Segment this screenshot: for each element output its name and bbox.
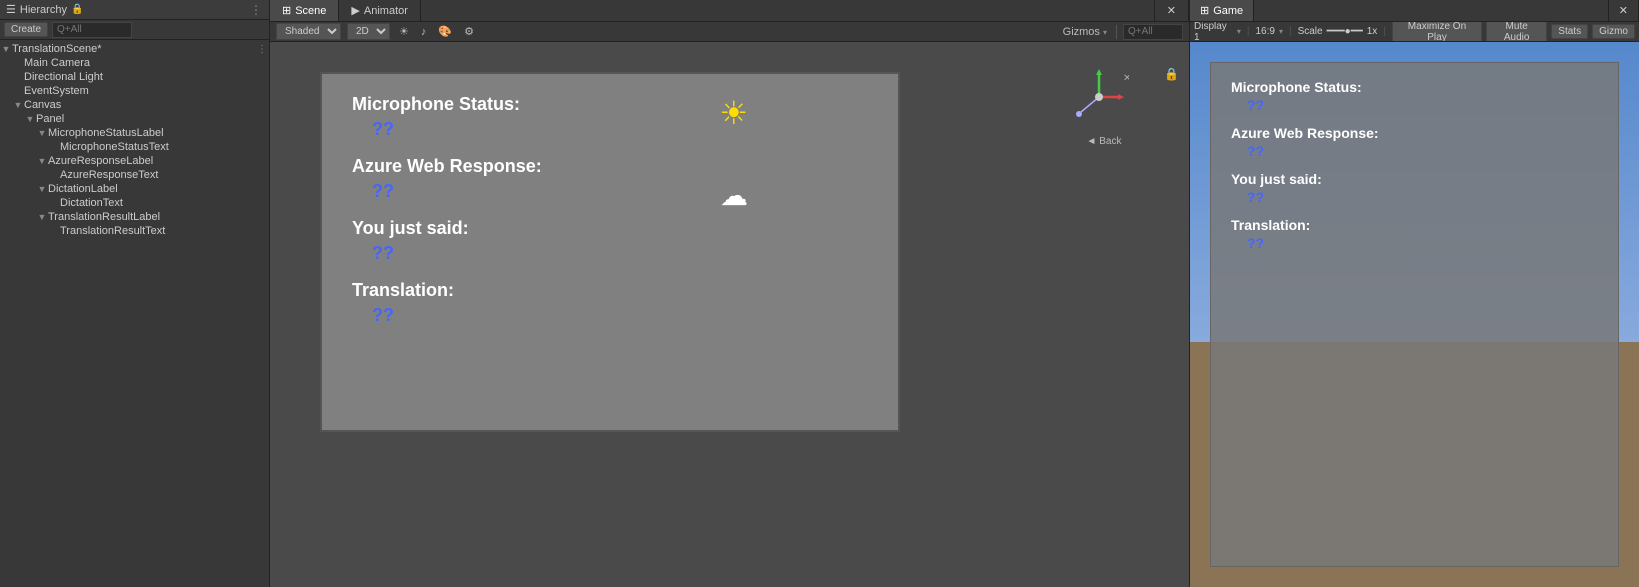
tree-item-microphone-status-text[interactable]: MicrophoneStatusText [0,140,269,154]
gizmo-svg: ✕ [1069,67,1129,127]
game-viewport[interactable]: Microphone Status: ?? Azure Web Response… [1190,42,1639,587]
tree-item-panel[interactable]: ▼ Panel [0,112,269,126]
game-close-btn[interactable]: ✕ [1608,0,1639,21]
microphone-status-value: ?? [352,119,868,140]
aspect-dropdown-arrow[interactable]: ▾ [1279,27,1283,36]
tree-scene-root[interactable]: ▼ TranslationScene* ⋮ [0,42,269,56]
azure-response-label: Azure Web Response: [352,156,868,177]
transform-gizmo[interactable]: ✕ ◄ Back [1069,67,1139,147]
microphone-status-label: Microphone Status: [352,94,868,115]
hierarchy-options-btn[interactable]: ⋮ [249,3,263,17]
game-azure-response-label: Azure Web Response: [1231,125,1598,141]
scene-close-btn[interactable]: ✕ [1154,0,1189,21]
canvas-ui-panel: ☀ ☁ Microphone Status: ?? Azure Web Resp… [320,72,900,432]
game-tab-icon: ⊞ [1200,4,1209,17]
shading-mode-dropdown[interactable]: Shaded [276,23,341,40]
dimension-dropdown[interactable]: 2D [347,23,390,40]
tree-item-azure-response-text[interactable]: AzureResponseText [0,168,269,182]
hierarchy-search-input[interactable] [52,22,132,38]
svg-text:✕: ✕ [1123,73,1129,84]
scene-viewport[interactable]: ☀ ☁ Microphone Status: ?? Azure Web Resp… [270,42,1189,587]
effects-toggle-btn[interactable]: 🎨 [435,25,455,38]
maximize-on-play-btn[interactable]: Maximize On Play [1392,22,1482,42]
gizmos-dropdown-btn[interactable]: Gizmos ▾ [1060,26,1110,38]
scene-settings-btn[interactable]: ⚙ [461,25,477,38]
hierarchy-title: Hierarchy [20,4,67,16]
scene-tab-icon: ⊞ [282,4,291,17]
you-just-said-value: ?? [352,243,868,264]
game-gizmos-btn[interactable]: Gizmo [1592,24,1635,39]
display-label: Display 1 [1194,22,1233,42]
tree-item-main-camera[interactable]: Main Camera [0,56,269,70]
translation-value: ?? [352,305,868,326]
tree-item-directional-light[interactable]: Directional Light [0,70,269,84]
hierarchy-icon: ☰ [6,3,16,16]
sun-icon: ☀ [719,94,748,132]
game-you-just-said-value: ?? [1231,189,1598,205]
scene-area: ⊞ Scene ▶ Animator ✕ Shaded 2D ☀ ♪ 🎨 ⚙ [270,0,1189,587]
mute-audio-btn[interactable]: Mute Audio [1486,22,1547,42]
tree-item-event-system[interactable]: EventSystem [0,84,269,98]
game-translation-label: Translation: [1231,217,1598,233]
gizmos-arrow-icon: ▾ [1103,28,1107,37]
hierarchy-header: ☰ Hierarchy 🔒 ⋮ [0,0,269,20]
game-panel: ⊞ Game ✕ Display 1 ▾ | 16:9 ▾ | Scale ━━… [1189,0,1639,587]
hierarchy-create-btn[interactable]: Create [4,22,48,37]
animator-tab-icon: ▶ [351,4,359,17]
tree-item-dictation-text[interactable]: DictationText [0,196,269,210]
scene-root-options[interactable]: ⋮ [255,44,269,55]
aspect-label: 16:9 [1255,26,1274,37]
toolbar-sep-1 [1116,25,1117,39]
tab-game[interactable]: ⊞ Game [1190,0,1254,21]
game-tab-label: Game [1213,5,1243,17]
scene-toolbar: Shaded 2D ☀ ♪ 🎨 ⚙ Gizmos ▾ [270,22,1189,42]
you-just-said-label: You just said: [352,218,868,239]
tree-item-dictation-label[interactable]: ▼ DictationLabel [0,182,269,196]
game-tabs-bar: ⊞ Game ✕ [1190,0,1639,22]
tab-animator[interactable]: ▶ Animator [339,0,421,21]
tab-scene[interactable]: ⊞ Scene [270,0,339,21]
game-toolbar: Display 1 ▾ | 16:9 ▾ | Scale ━━━●━━ 1x |… [1190,22,1639,42]
viewport-lock-icon[interactable]: 🔒 [1164,67,1179,81]
tree-item-microphone-status-label[interactable]: ▼ MicrophoneStatusLabel [0,126,269,140]
stats-btn[interactable]: Stats [1551,24,1588,39]
hierarchy-panel: ☰ Hierarchy 🔒 ⋮ Create ▼ TranslationScen… [0,0,270,587]
cloud-icon: ☁ [720,179,748,212]
tree-item-translation-result-text[interactable]: TranslationResultText [0,224,269,238]
game-translation-value: ?? [1231,235,1598,251]
tree-item-azure-response-label[interactable]: ▼ AzureResponseLabel [0,154,269,168]
scale-slider[interactable]: ━━━●━━ [1327,26,1363,37]
azure-response-value: ?? [352,181,868,202]
scene-search-input[interactable] [1123,24,1183,40]
scale-label: Scale [1298,26,1323,37]
tree-item-canvas[interactable]: ▼ Canvas [0,98,269,112]
light-toggle-btn[interactable]: ☀ [396,25,412,38]
game-you-just-said-label: You just said: [1231,171,1598,187]
hierarchy-lock-icon: 🔒 [71,4,83,15]
audio-toggle-btn[interactable]: ♪ [418,26,430,38]
game-ui-overlay: Microphone Status: ?? Azure Web Response… [1210,62,1619,567]
back-label[interactable]: ◄ Back [1087,136,1122,147]
display-dropdown-arrow[interactable]: ▾ [1237,27,1241,36]
scene-tabs-bar: ⊞ Scene ▶ Animator ✕ [270,0,1189,22]
scene-tab-label: Scene [295,5,326,17]
scale-value: 1x [1367,26,1378,37]
game-microphone-status-value: ?? [1231,97,1598,113]
game-microphone-status-label: Microphone Status: [1231,79,1598,95]
canvas-ui-content: Microphone Status: ?? Azure Web Response… [322,74,898,362]
tree-item-translation-result-label[interactable]: ▼ TranslationResultLabel [0,210,269,224]
hierarchy-toolbar: Create [0,20,269,40]
animator-tab-label: Animator [364,5,408,17]
translation-label: Translation: [352,280,868,301]
game-azure-response-value: ?? [1231,143,1598,159]
hierarchy-tree: ▼ TranslationScene* ⋮ Main Camera Direct… [0,40,269,587]
gizmos-label: Gizmos [1063,26,1100,38]
